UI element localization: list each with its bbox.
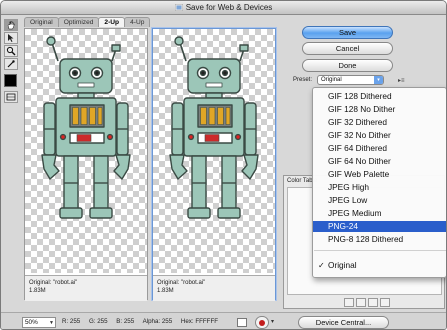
- tab-2-up[interactable]: 2-Up: [98, 17, 126, 27]
- hand-tool-button[interactable]: [4, 19, 18, 31]
- preview-caption: Original: "robot.ai": [29, 280, 78, 286]
- menu-item-original-label: Original: [328, 260, 357, 270]
- toggle-slices-button[interactable]: [4, 91, 18, 103]
- chevron-down-icon: ▼: [49, 320, 54, 326]
- preset-select[interactable]: Original ▾: [317, 75, 384, 85]
- zoom-level-select[interactable]: 50% ▼: [22, 317, 56, 328]
- menu-item-gif-32-no-dither[interactable]: GIF 32 No Dither: [313, 130, 446, 141]
- robot-illustration: [169, 36, 259, 219]
- eyedropper-icon: [7, 60, 15, 68]
- tab-original[interactable]: Original: [24, 17, 59, 27]
- zoom-value: 50%: [25, 319, 38, 326]
- browser-icon: [259, 320, 265, 326]
- menu-item-png-24[interactable]: PNG-24: [313, 221, 446, 232]
- preview-size: 1.83M: [29, 288, 46, 294]
- preview-in-browser-button[interactable]: [255, 316, 269, 329]
- zoom-icon: [6, 46, 16, 56]
- color-table-toolbar: [344, 298, 392, 307]
- tool-column: [4, 19, 18, 104]
- preview-pane-left[interactable]: Original: "robot.ai" 1.83M: [24, 28, 148, 301]
- preview-size: 1.83M: [157, 288, 174, 294]
- menu-item-jpeg-high[interactable]: JPEG High: [313, 182, 446, 193]
- save-for-web-window: Save for Web & Devices Original Optimize…: [0, 0, 447, 330]
- new-color-icon[interactable]: [368, 298, 378, 307]
- readout-alpha: Alpha: 255: [142, 318, 173, 325]
- tab-optimized[interactable]: Optimized: [57, 17, 100, 27]
- title-bar: Save for Web & Devices: [1, 1, 446, 15]
- eyedropper-tool-button[interactable]: [4, 58, 18, 70]
- menu-item-gif-128-no-dither[interactable]: GIF 128 No Dither: [313, 104, 446, 115]
- readout-b: B: 255: [116, 318, 135, 325]
- preview-info-left: Original: "robot.ai" 1.83M: [25, 275, 147, 301]
- readout-hex: Hex: FFFFFF: [180, 318, 219, 325]
- checkmark-icon: ✓: [318, 261, 325, 270]
- slice-select-tool-button[interactable]: [4, 32, 18, 44]
- status-bar: 50% ▼ R: 255 G: 255 B: 255 Alpha: 255 He…: [1, 312, 446, 329]
- window-title: Save for Web & Devices: [1, 3, 446, 12]
- menu-item-gif-web-palette[interactable]: GIF Web Palette: [313, 169, 446, 180]
- menu-item-gif-64-dithered[interactable]: GIF 64 Dithered: [313, 143, 446, 154]
- preview-caption: Original: "robot.ai": [157, 280, 206, 286]
- readout-r: R: 255: [62, 318, 81, 325]
- menu-item-jpeg-low[interactable]: JPEG Low: [313, 195, 446, 206]
- preview-pane-right[interactable]: Original: "robot.ai" 1.83M: [152, 28, 276, 301]
- readout-g: G: 255: [88, 318, 108, 325]
- optimize-menu-icon[interactable]: ▸≡: [398, 77, 405, 84]
- chevron-down-icon[interactable]: ▾: [271, 318, 274, 325]
- done-button[interactable]: Done: [302, 59, 393, 72]
- view-tabs: Original Optimized 2-Up 4-Up: [24, 17, 151, 27]
- save-button[interactable]: Save: [302, 26, 393, 39]
- menu-item-png-8-128-dithered[interactable]: PNG-8 128 Dithered: [313, 234, 446, 245]
- slice-select-icon: [8, 34, 14, 42]
- menu-item-gif-128-dithered[interactable]: GIF 128 Dithered: [313, 91, 446, 102]
- lock-color-icon[interactable]: [356, 298, 366, 307]
- hex-color-swatch: [237, 318, 247, 327]
- color-readout: R: 255 G: 255 B: 255 Alpha: 255 Hex: FFF…: [62, 318, 225, 325]
- robot-illustration: [41, 36, 131, 219]
- preset-value: Original: [321, 77, 342, 83]
- eyedropper-color-swatch[interactable]: [4, 74, 17, 87]
- cancel-button[interactable]: Cancel: [302, 42, 393, 55]
- app-icon: [174, 4, 183, 11]
- preset-dropdown-menu: GIF 128 Dithered GIF 128 No Dither GIF 3…: [312, 87, 446, 278]
- tab-4-up[interactable]: 4-Up: [124, 17, 151, 27]
- preview-canvas-right[interactable]: [153, 29, 275, 273]
- preview-info-right: Original: "robot.ai" 1.83M: [153, 275, 275, 301]
- delete-color-icon[interactable]: [380, 298, 390, 307]
- hand-icon: [7, 21, 15, 30]
- menu-separator: [314, 250, 446, 251]
- window-title-text: Save for Web & Devices: [185, 3, 273, 12]
- slices-visibility-icon: [6, 93, 16, 101]
- preview-canvas-left[interactable]: [25, 29, 147, 273]
- menu-item-original[interactable]: ✓ Original: [313, 260, 446, 271]
- web-shift-icon[interactable]: [344, 298, 354, 307]
- zoom-tool-button[interactable]: [4, 45, 18, 57]
- device-central-button[interactable]: Device Central...: [298, 316, 389, 329]
- chevron-down-icon: ▾: [374, 76, 383, 84]
- menu-item-gif-64-no-dither[interactable]: GIF 64 No Dither: [313, 156, 446, 167]
- menu-item-gif-32-dithered[interactable]: GIF 32 Dithered: [313, 117, 446, 128]
- menu-item-jpeg-medium[interactable]: JPEG Medium: [313, 208, 446, 219]
- preset-label: Preset:: [293, 77, 313, 83]
